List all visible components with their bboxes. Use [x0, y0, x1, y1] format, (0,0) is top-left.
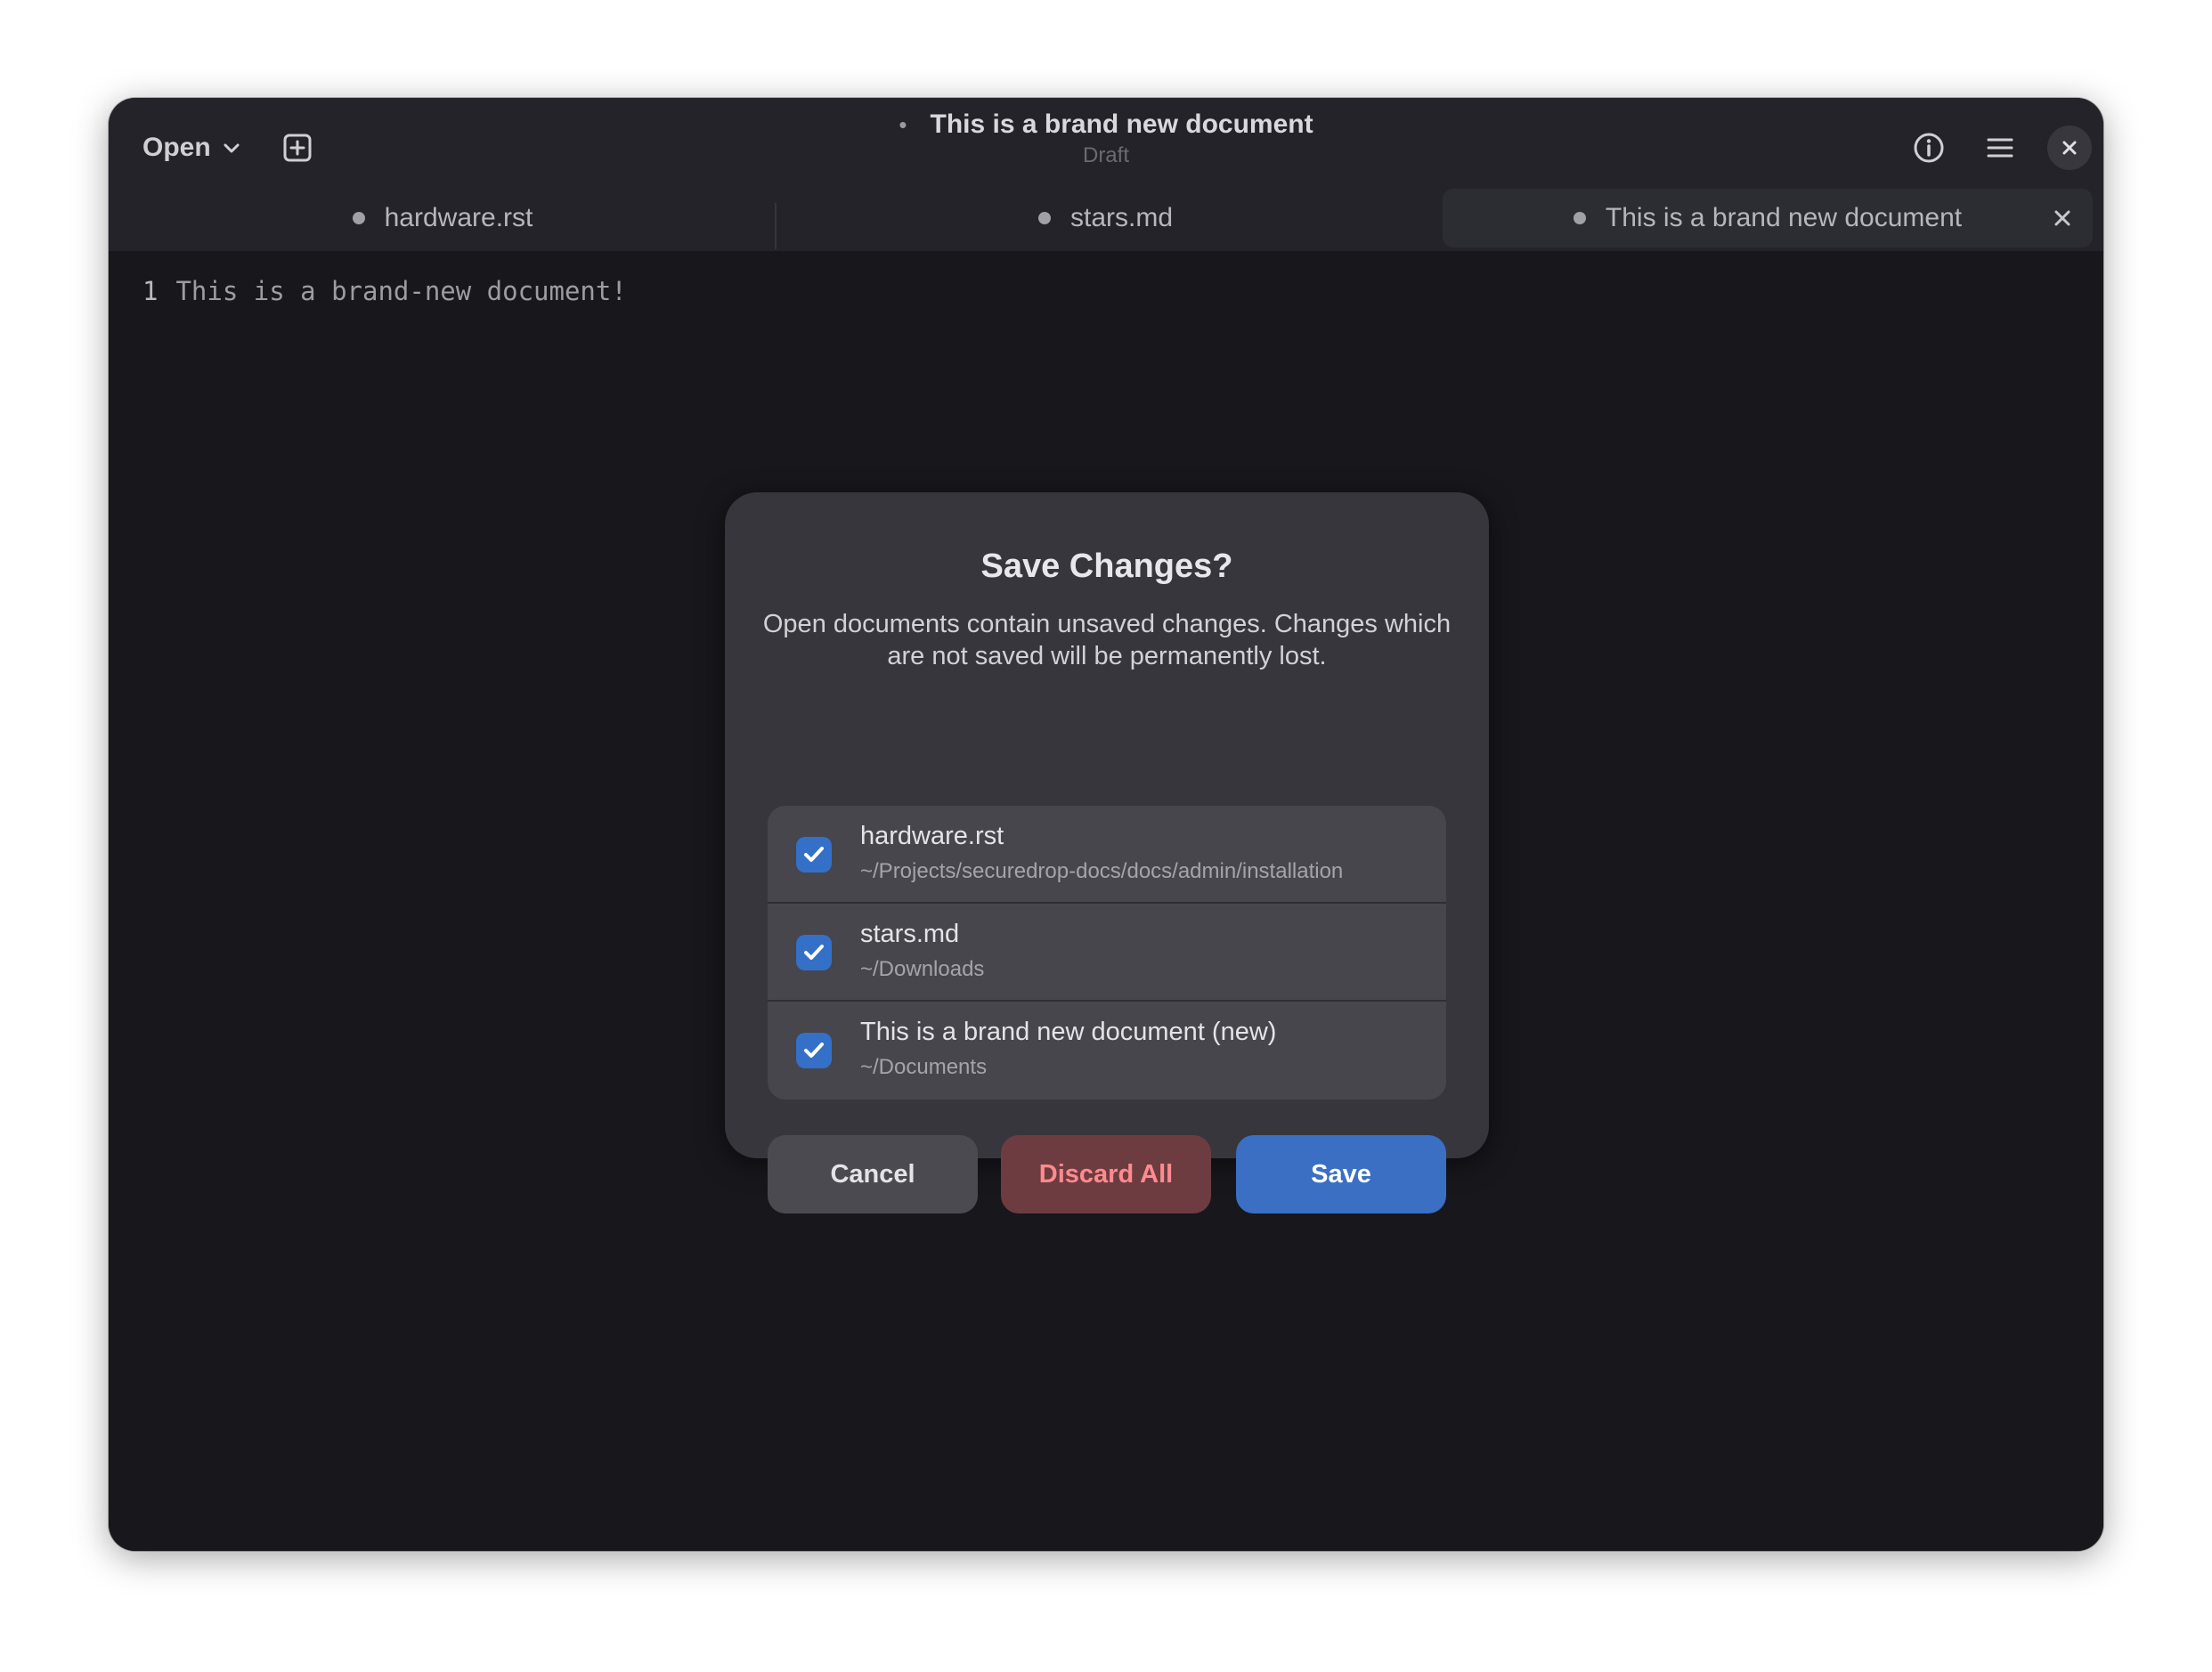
- file-row-hardware-rst[interactable]: hardware.rst ~/Projects/securedrop-docs/…: [768, 806, 1446, 904]
- save-button[interactable]: Save: [1236, 1135, 1446, 1213]
- tab-brand-new-document[interactable]: This is a brand new document: [1443, 189, 2093, 248]
- checkmark-icon: [804, 945, 824, 960]
- save-changes-dialog: Save Changes? Open documents contain uns…: [725, 492, 1489, 1213]
- window-title: This is a brand new document: [930, 110, 1313, 139]
- line-number: 1: [142, 276, 159, 306]
- tab-label: hardware.rst: [384, 203, 533, 232]
- tab-hardware-rst[interactable]: hardware.rst: [118, 189, 768, 248]
- cancel-button[interactable]: Cancel: [768, 1135, 978, 1213]
- tab-label: stars.md: [1069, 203, 1174, 232]
- hamburger-menu-icon: [1987, 138, 2013, 158]
- discard-all-button[interactable]: Discard All: [1001, 1135, 1211, 1213]
- window-title-block: • This is a brand new document Draft: [109, 107, 2103, 169]
- file-checkbox[interactable]: [796, 1033, 832, 1068]
- close-window-button[interactable]: [2047, 126, 2092, 170]
- file-path: ~/Projects/securedrop-docs/docs/admin/in…: [860, 859, 1344, 883]
- unsaved-dot-icon: [1573, 212, 1586, 224]
- info-icon: [1914, 133, 1944, 163]
- unsaved-files-list: hardware.rst ~/Projects/securedrop-docs/…: [768, 806, 1446, 1100]
- tab-separator: [775, 203, 777, 249]
- file-path: ~/Documents: [860, 1055, 988, 1079]
- close-icon: [2062, 141, 2077, 155]
- line-text: This is a brand-new document!: [175, 276, 627, 306]
- checkmark-icon: [804, 1043, 824, 1058]
- tab-label: This is a brand new document: [1605, 203, 1963, 232]
- close-icon[interactable]: [2052, 207, 2073, 229]
- unsaved-dot-icon: [1037, 212, 1051, 224]
- app-window: Open • This is a brand new document Draft: [109, 98, 2103, 1551]
- checkmark-icon: [804, 847, 824, 862]
- header-bar: Open • This is a brand new document Draft: [109, 98, 2103, 251]
- file-checkbox[interactable]: [796, 935, 832, 970]
- file-name: hardware.rst: [860, 822, 1004, 850]
- file-path: ~/Downloads: [860, 957, 985, 981]
- dialog-message: Open documents contain unsaved changes. …: [762, 610, 1452, 670]
- file-row-stars-md[interactable]: stars.md ~/Downloads: [768, 904, 1446, 1002]
- file-name: This is a brand new document (new): [860, 1018, 1277, 1046]
- tab-bar: hardware.rst stars.md This is a brand ne…: [109, 180, 2103, 251]
- tab-stars-md[interactable]: stars.md: [778, 189, 1433, 248]
- document-info-button[interactable]: [1899, 118, 1959, 178]
- file-checkbox[interactable]: [796, 837, 832, 873]
- editor-line: 1 This is a brand-new document!: [142, 276, 627, 306]
- file-name: stars.md: [860, 920, 960, 948]
- window-subtitle: Draft: [1082, 143, 1129, 167]
- unsaved-dot-icon: [352, 212, 365, 224]
- dialog-title: Save Changes?: [980, 548, 1233, 585]
- main-menu-button[interactable]: [1970, 118, 2030, 178]
- file-row-brand-new-document[interactable]: This is a brand new document (new) ~/Doc…: [768, 1002, 1446, 1098]
- modified-indicator: •: [899, 111, 907, 138]
